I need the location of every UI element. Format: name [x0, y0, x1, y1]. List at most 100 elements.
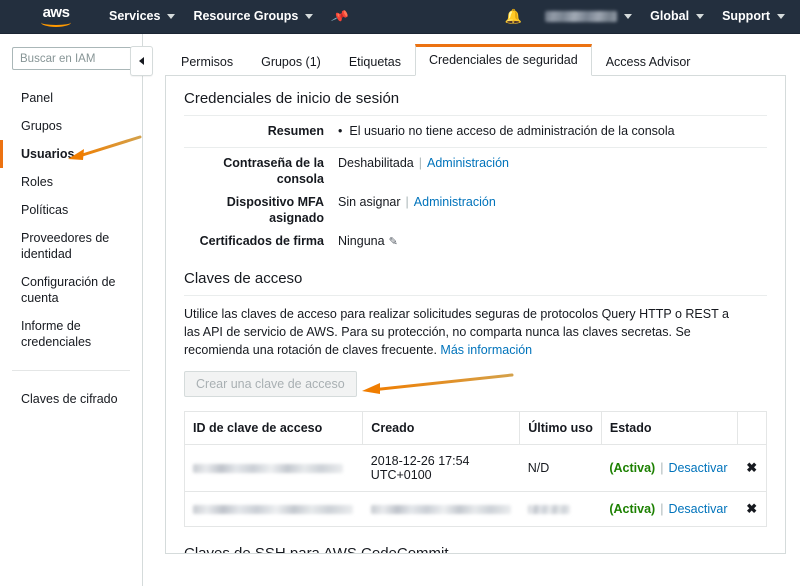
tab-credenciales-de-seguridad[interactable]: Credenciales de seguridad	[414, 44, 592, 76]
sidebar-item-informe-de-credenciales[interactable]: Informe de credenciales	[0, 312, 142, 356]
access-key-id-redacted	[193, 505, 353, 515]
navbar-right-group: 🔔 Global Support	[491, 0, 794, 33]
table-row: 2018-12-26 17:54 UTC+0100 N/D (Activa) | D…	[184, 444, 767, 492]
manage-console-password-link[interactable]: Administración	[427, 156, 509, 170]
cell-delete: ✖	[738, 492, 767, 527]
sidebar: Panel Grupos Usuarios Roles Políticas Pr…	[0, 34, 153, 586]
sidebar-item-roles[interactable]: Roles	[0, 168, 142, 196]
tab-grupos[interactable]: Grupos (1)	[247, 48, 335, 76]
table-header-row: ID de clave de acceso Creado Último uso …	[184, 411, 767, 445]
cell-last-used: N/D	[519, 444, 602, 492]
top-navbar: aws Services Resource Groups 📌 🔔 Global …	[0, 0, 800, 34]
row-certificados-firma-label: Certificados de firma	[199, 234, 324, 248]
tab-access-advisor[interactable]: Access Advisor	[592, 48, 705, 76]
nav-services-label: Services	[109, 9, 161, 23]
chevron-down-icon	[777, 14, 785, 19]
chevron-left-icon	[139, 57, 144, 65]
manage-mfa-link[interactable]: Administración	[414, 195, 496, 209]
sidebar-nav-list: Panel Grupos Usuarios Roles Políticas Pr…	[0, 84, 142, 356]
separator: |	[660, 461, 664, 475]
column-header-last-used: Último uso	[519, 411, 602, 445]
column-header-actions	[737, 411, 767, 445]
sidebar-item-configuracion-de-cuenta[interactable]: Configuración de cuenta	[0, 268, 142, 312]
access-keys-section-title: Claves de acceso	[184, 270, 767, 296]
page-body: Panel Grupos Usuarios Roles Políticas Pr…	[0, 34, 800, 586]
sidebar-search-wrapper	[0, 47, 142, 84]
deactivate-key-link[interactable]: Desactivar	[668, 502, 727, 516]
access-keys-table: ID de clave de acceso Creado Último uso …	[184, 411, 767, 527]
sidebar-footer-list: Claves de cifrado	[0, 385, 142, 413]
row-resumen: Resumen • El usuario no tiene acceso de a…	[184, 116, 767, 148]
bullet-icon: •	[338, 124, 343, 138]
cell-created	[363, 492, 520, 527]
tab-bar: Permisos Grupos (1) Etiquetas Credencial…	[165, 44, 786, 76]
access-keys-table-body: 2018-12-26 17:54 UTC+0100 N/D (Activa) | D…	[184, 444, 767, 527]
column-header-status: Estado	[601, 411, 739, 445]
row-dispositivo-mfa: Dispositivo MFA asignado Sin asignar | Adm…	[184, 187, 767, 226]
status-badge: (Activa)	[609, 461, 656, 475]
nav-region-menu[interactable]: Global	[641, 0, 713, 33]
last-used-redacted	[527, 505, 570, 515]
account-name-redacted	[545, 11, 618, 22]
access-keys-more-info-link[interactable]: Más información	[440, 343, 532, 357]
table-row: (Activa) | Desactivar ✖	[185, 492, 767, 527]
cell-last-used	[520, 492, 602, 527]
separator: |	[405, 195, 409, 209]
bell-icon[interactable]: 🔔	[491, 8, 536, 25]
aws-logo[interactable]: aws	[28, 0, 84, 33]
sidebar-divider	[12, 370, 130, 371]
ssh-section-title: Claves de SSH para AWS CodeCommit	[184, 545, 767, 553]
separator: |	[660, 502, 664, 516]
row-resumen-text: El usuario no tiene acceso de administra…	[349, 124, 675, 138]
sidebar-item-claves-de-cifrado[interactable]: Claves de cifrado	[0, 385, 142, 413]
nav-services[interactable]: Services	[100, 0, 184, 33]
row-certificados-firma-value: Ninguna ✎	[338, 233, 767, 250]
pin-icon[interactable]: 📌	[321, 3, 360, 29]
tab-permisos[interactable]: Permisos	[167, 48, 247, 76]
nav-support-menu[interactable]: Support	[713, 0, 794, 33]
close-icon[interactable]: ✖	[746, 501, 757, 516]
nav-account-menu[interactable]	[536, 0, 641, 33]
create-access-key-button[interactable]: Crear una clave de acceso	[184, 371, 357, 397]
row-dispositivo-mfa-label: Dispositivo MFA asignado	[226, 195, 324, 225]
sidebar-item-usuarios[interactable]: Usuarios	[0, 140, 142, 168]
created-redacted	[370, 505, 511, 515]
cell-status: (Activa) | Desactivar	[601, 492, 737, 527]
separator: |	[418, 156, 422, 170]
access-keys-description: Utilice las claves de acceso para realiz…	[184, 305, 744, 359]
main-content: Permisos Grupos (1) Etiquetas Credencial…	[143, 34, 800, 586]
row-contrasena-consola: Contraseña de la consola Deshabilitada | A…	[184, 148, 767, 187]
row-contrasena-consola-value: Deshabilitada | Administración	[338, 155, 767, 171]
chevron-down-icon	[305, 14, 314, 19]
sidebar-collapse-button[interactable]	[130, 46, 153, 76]
access-key-id-redacted	[193, 464, 343, 474]
row-dispositivo-mfa-text: Sin asignar	[338, 195, 401, 209]
row-resumen-label: Resumen	[267, 124, 324, 138]
access-keys-table-head: ID de clave de acceso Creado Último uso …	[184, 411, 767, 445]
row-certificados-firma: Certificados de firma Ninguna ✎	[184, 226, 767, 250]
column-header-created: Creado	[362, 411, 521, 445]
tab-panel-credenciales-de-seguridad: Credenciales de inicio de sesión Resumen…	[165, 76, 786, 554]
nav-resource-groups-label: Resource Groups	[193, 9, 299, 23]
sidebar-item-proveedores-de-identidad[interactable]: Proveedores de identidad	[0, 224, 142, 268]
nav-region-label: Global	[650, 9, 690, 23]
tab-etiquetas[interactable]: Etiquetas	[335, 48, 415, 76]
sidebar-item-politicas[interactable]: Políticas	[0, 196, 142, 224]
sidebar-item-grupos[interactable]: Grupos	[0, 112, 142, 140]
chevron-down-icon	[624, 14, 633, 19]
nav-support-label: Support	[722, 9, 770, 23]
nav-resource-groups[interactable]: Resource Groups	[184, 0, 322, 33]
row-certificados-firma-text: Ninguna	[338, 234, 385, 248]
aws-logo-smile	[41, 18, 71, 27]
cell-access-key-id	[184, 444, 363, 492]
row-resumen-value: • El usuario no tiene acceso de administr…	[338, 123, 767, 139]
row-contrasena-consola-label: Contraseña de la consola	[223, 156, 324, 186]
search-input[interactable]	[12, 47, 132, 70]
pencil-icon[interactable]: ✎	[389, 236, 398, 248]
cell-delete: ✖	[737, 444, 767, 492]
deactivate-key-link[interactable]: Desactivar	[668, 461, 727, 475]
status-badge: (Activa)	[609, 502, 656, 516]
close-icon[interactable]: ✖	[746, 460, 757, 475]
sidebar-item-panel[interactable]: Panel	[0, 84, 142, 112]
row-dispositivo-mfa-value: Sin asignar | Administración	[338, 194, 767, 210]
